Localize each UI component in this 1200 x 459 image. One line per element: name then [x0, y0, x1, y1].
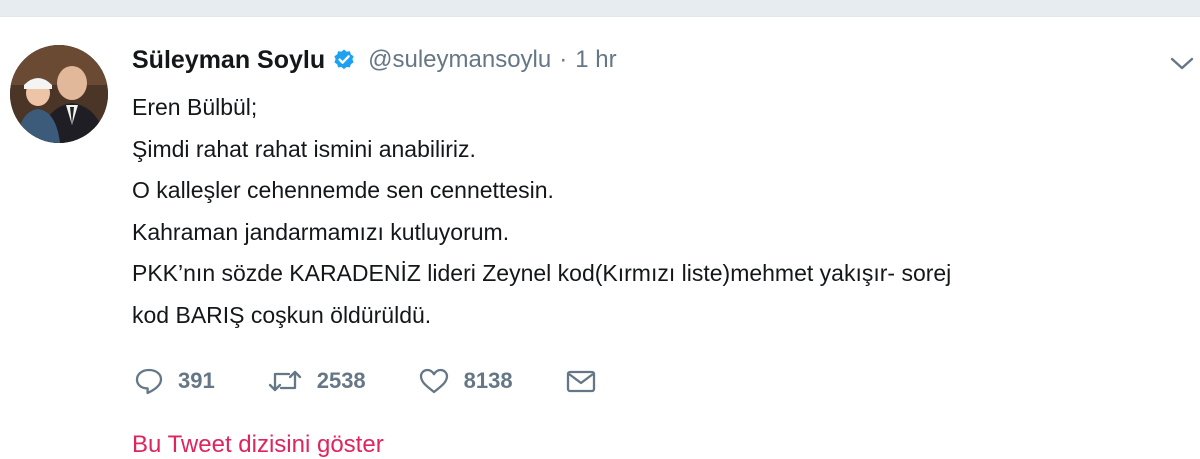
heart-icon	[418, 367, 450, 395]
direct-message-button[interactable]	[565, 367, 597, 395]
tweet-text-line: Şimdi rahat rahat ismini anabiliriz.	[132, 135, 476, 162]
envelope-icon	[565, 367, 597, 395]
retweet-icon	[267, 367, 303, 395]
like-count: 8138	[463, 368, 513, 393]
tweet-text: Eren Bülbül; Şimdi rahat rahat ismini an…	[132, 87, 1182, 336]
show-thread-link[interactable]: Bu Tweet dizisini göster	[132, 431, 384, 459]
tweet-text-line: Kahraman jandarmamızı kutluyorum.	[132, 218, 510, 245]
like-button[interactable]: 8138	[418, 367, 513, 395]
timeline-top-strip	[0, 0, 1200, 17]
reply-button[interactable]: 391	[134, 367, 215, 395]
tweet-timestamp[interactable]: 1 hr	[575, 46, 616, 74]
tweet-text-line: PKK’nın sözde KARADENİZ lideri Zeynel ko…	[132, 260, 952, 286]
tweet-text-line: O kalleşler cehennemde sen cennettesin.	[132, 177, 554, 203]
header-separator: ·	[559, 46, 568, 73]
chevron-down-icon[interactable]	[1168, 51, 1196, 75]
tweet-text-line: kod BARIŞ coşkun öldürüldü.	[132, 301, 432, 328]
avatar[interactable]	[10, 45, 108, 143]
tweet-text-line: Eren Bülbül;	[132, 94, 258, 120]
retweet-count: 2538	[316, 368, 366, 393]
verified-badge-icon	[332, 48, 356, 72]
author-handle[interactable]: @suleymansoylu	[368, 46, 551, 74]
author-name[interactable]: Süleyman Soylu	[132, 46, 325, 75]
reply-icon	[134, 367, 164, 395]
tweet-card[interactable]: Süleyman Soylu @suleymansoylu · 1 hr Ere…	[0, 17, 1200, 458]
tweet-header: Süleyman Soylu @suleymansoylu · 1 hr	[132, 43, 617, 77]
reply-count: 391	[178, 368, 215, 393]
tweet-actions: 391 2538 8138	[134, 363, 649, 399]
retweet-button[interactable]: 2538	[267, 367, 366, 395]
